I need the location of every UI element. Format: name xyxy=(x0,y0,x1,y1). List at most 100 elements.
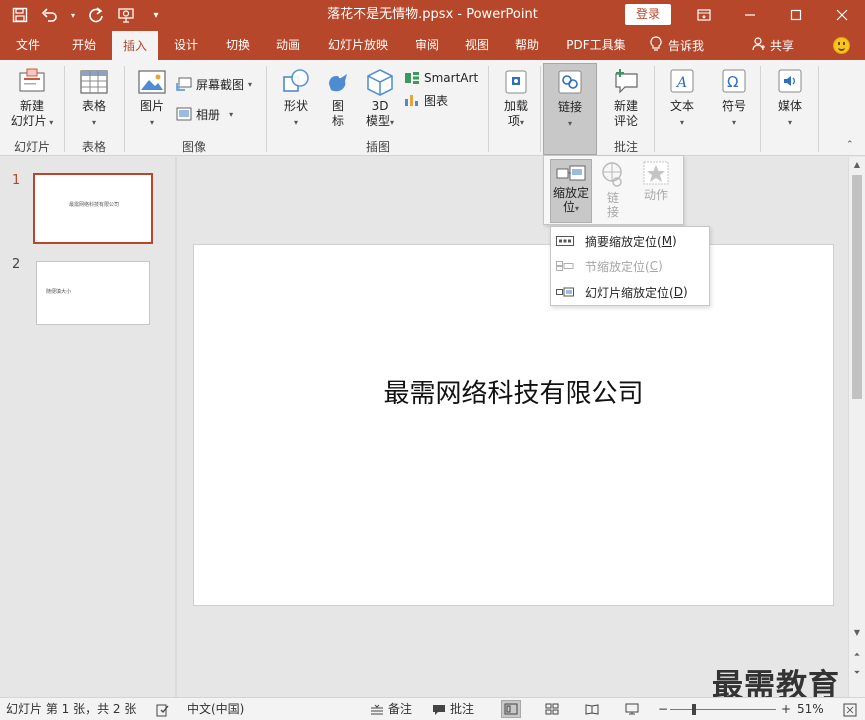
share-button[interactable]: 共享 xyxy=(752,30,794,60)
addins-button[interactable]: 加载 项▾ xyxy=(496,68,536,130)
icons-icon xyxy=(329,74,347,92)
summary-zoom-item[interactable]: 摘要缩放定位(M) xyxy=(551,229,709,253)
media-button[interactable]: 媒体 ▾ xyxy=(770,68,810,130)
login-button[interactable]: 登录 xyxy=(625,4,671,25)
notes-label: 备注 xyxy=(388,702,413,716)
tab-file[interactable]: 文件 xyxy=(4,30,52,60)
omega-icon: Ω xyxy=(722,69,746,93)
current-slide[interactable]: 最需网络科技有限公司 xyxy=(193,244,834,606)
close-icon[interactable] xyxy=(819,0,865,30)
tab-home[interactable]: 开始 xyxy=(60,30,108,60)
scroll-down-icon[interactable]: ▼ xyxy=(849,625,865,641)
next-slide-icon[interactable]: ⏷ xyxy=(849,665,865,681)
speaker-icon xyxy=(778,69,802,93)
tab-pdf-tools[interactable]: PDF工具集 xyxy=(558,30,634,60)
tab-insert[interactable]: 插入 xyxy=(112,31,158,60)
smartart-icon xyxy=(405,72,419,84)
zoom-slider-thumb[interactable] xyxy=(692,704,696,715)
tell-me-box[interactable]: 告诉我 xyxy=(650,30,704,60)
zoom-button[interactable]: 缩放定 位▾ xyxy=(550,159,592,223)
vertical-scrollbar[interactable]: ▲ ▼ ⏶ ⏷ xyxy=(848,157,865,697)
notes-button[interactable]: 备注 xyxy=(370,698,412,720)
zoom-slider[interactable] xyxy=(670,709,776,710)
ribbon-separator xyxy=(540,66,541,152)
group-label-slides: 幻灯片 xyxy=(13,140,50,154)
start-slideshow-icon[interactable] xyxy=(114,3,138,27)
tab-transitions[interactable]: 切换 xyxy=(214,30,262,60)
scrollbar-thumb[interactable] xyxy=(852,175,862,399)
title-bar: ▾ ▾ 落花不是无情物.ppsx - PowerPoint 登录 xyxy=(0,0,865,30)
maximize-icon[interactable] xyxy=(773,0,819,30)
text-box-icon: A xyxy=(670,69,694,93)
thumbnail-text: 随便填大小 xyxy=(46,289,72,295)
minimize-icon[interactable] xyxy=(727,0,773,30)
slide-thumbnail-1[interactable]: 最需网络科技有限公司 xyxy=(33,173,153,244)
zoom-submenu: 摘要缩放定位(M) 节缩放定位(C) 幻灯片缩放定位(D) xyxy=(550,226,710,306)
slide-title-text[interactable]: 最需网络科技有限公司 xyxy=(194,373,833,410)
tab-help[interactable]: 帮助 xyxy=(503,30,551,60)
picture-button[interactable]: 图片 ▾ xyxy=(132,68,172,130)
icons-button[interactable]: 图标 xyxy=(320,68,356,129)
smartart-button[interactable]: SmartArt xyxy=(404,68,478,88)
accessibility-check-icon[interactable] xyxy=(156,698,170,720)
feedback-smiley-icon[interactable] xyxy=(833,37,850,54)
tab-animations[interactable]: 动画 xyxy=(264,30,312,60)
zoom-out-button[interactable]: − xyxy=(658,698,668,720)
status-bar: 幻灯片 第 1 张，共 2 张 中文(中国) 备注 批注 − + 51% xyxy=(0,697,865,720)
slide-thumbnail-2[interactable]: 随便填大小 xyxy=(36,261,150,325)
tab-design[interactable]: 设计 xyxy=(162,30,210,60)
fit-to-window-icon[interactable] xyxy=(843,698,857,720)
tab-view[interactable]: 视图 xyxy=(453,30,501,60)
scroll-up-icon[interactable]: ▲ xyxy=(849,157,865,173)
photo-album-button[interactable]: 相册 ▾ xyxy=(176,104,233,124)
action-button-disabled[interactable]: 动作 xyxy=(638,161,674,202)
normal-view-icon[interactable] xyxy=(501,700,521,718)
notes-icon xyxy=(371,704,383,715)
new-comment-button[interactable]: 新建 评论 xyxy=(604,68,648,129)
star-action-icon xyxy=(643,161,669,185)
tab-slideshow[interactable]: 幻灯片放映 xyxy=(318,30,398,60)
new-slide-button[interactable]: 新建 幻灯片 ▾ xyxy=(6,68,58,130)
new-slide-icon xyxy=(19,68,45,92)
slideshow-view-icon[interactable] xyxy=(622,700,642,718)
tab-review[interactable]: 审阅 xyxy=(403,30,451,60)
text-button[interactable]: A 文本 ▾ xyxy=(662,68,702,130)
screenshot-button[interactable]: 屏幕截图 ▾ xyxy=(176,74,252,94)
group-label-tables: 表格 xyxy=(81,140,106,154)
undo-dropdown-icon[interactable]: ▾ xyxy=(68,3,78,27)
link-icon xyxy=(558,70,582,94)
group-label-comments: 批注 xyxy=(613,140,638,154)
shapes-icon xyxy=(283,69,309,92)
collapse-ribbon-icon[interactable]: ⌃ xyxy=(846,140,854,150)
chart-button[interactable]: 图表 xyxy=(404,90,448,110)
group-label-images: 图像 xyxy=(181,140,206,154)
links-label: 链接 xyxy=(557,100,582,114)
ribbon-display-options-icon[interactable] xyxy=(681,0,727,30)
zoom-in-button[interactable]: + xyxy=(781,698,791,720)
customize-toolbar-icon[interactable]: ▾ xyxy=(144,3,168,27)
slide-thumbnail-pane: 1 最需网络科技有限公司 2 随便填大小 xyxy=(0,157,175,697)
previous-slide-icon[interactable]: ⏶ xyxy=(849,647,865,663)
link-button-disabled[interactable]: 链接 xyxy=(598,161,628,219)
slide-sorter-view-icon[interactable] xyxy=(542,700,562,718)
group-label-illustrations: 插图 xyxy=(365,140,390,154)
svg-text:Ω: Ω xyxy=(727,73,738,91)
reading-view-icon[interactable] xyxy=(582,700,602,718)
slide-zoom-item[interactable]: 幻灯片缩放定位(D) xyxy=(551,280,709,304)
language-indicator[interactable]: 中文(中国) xyxy=(187,698,244,720)
zoom-icon xyxy=(556,165,586,181)
ribbon-insert: 新建 幻灯片 ▾ 幻灯片 表格 ▾ 表格 图片 ▾ 屏幕截图 ▾ 相册 ▾ 图像 形状 ▾… xyxy=(0,60,865,156)
symbols-button[interactable]: Ω 符号 ▾ xyxy=(714,68,754,130)
section-zoom-item[interactable]: 节缩放定位(C) xyxy=(551,254,709,278)
3d-models-button[interactable]: 3D 模型▾ xyxy=(360,68,400,130)
zoom-level[interactable]: 51% xyxy=(797,698,824,720)
lightbulb-icon xyxy=(650,35,662,55)
comments-button[interactable]: 批注 xyxy=(432,698,474,720)
shapes-button[interactable]: 形状 ▾ xyxy=(276,68,316,130)
table-button[interactable]: 表格 ▾ xyxy=(72,68,116,130)
links-button[interactable]: 链接 ▾ xyxy=(543,63,597,155)
undo-icon[interactable] xyxy=(38,3,62,27)
3d-cube-icon xyxy=(367,69,393,96)
redo-icon[interactable] xyxy=(84,3,108,27)
save-icon[interactable] xyxy=(8,3,32,27)
